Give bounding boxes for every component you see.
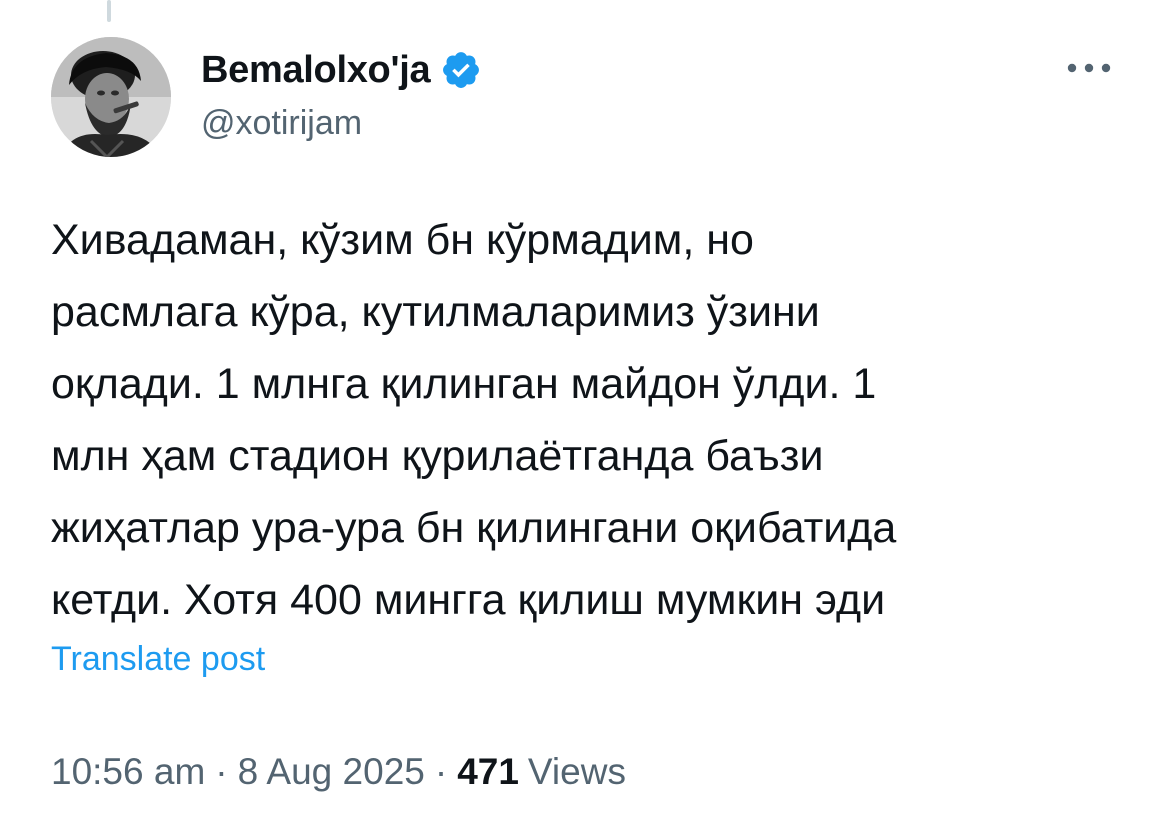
- author-display-name[interactable]: Bemalolxo'ja: [201, 49, 431, 92]
- tweet-text-line: кетди. Хотя 400 мингга қилиш мумкин эди: [51, 576, 886, 624]
- author-name-row: Bemalolxo'ja: [201, 40, 482, 100]
- verified-badge-icon[interactable]: [440, 49, 482, 91]
- tweet-meta-row: 10:56 am · 8 Aug 2025 · 471 Views: [51, 744, 626, 800]
- meta-separator: ·: [215, 751, 228, 792]
- tweet-text: Хивадаман, кўзим бн кўрмадим, но расмлаг…: [51, 204, 1111, 636]
- views-count: 471: [457, 751, 519, 792]
- avatar[interactable]: [51, 37, 171, 157]
- tweet-text-line: расмлага кўра, кутилмаларимиз ўзини: [51, 288, 820, 336]
- meta-separator: ·: [434, 751, 448, 792]
- avatar-photo-icon: [51, 37, 171, 157]
- translate-post-link[interactable]: Translate post: [51, 640, 265, 679]
- tweet-text-line: оқлади. 1 млнга қилинган майдон ўлди. 1: [51, 360, 877, 408]
- tweet-text-line: жиҳатлар ура-ура бн қилингани оқибатида: [51, 504, 897, 552]
- tweet-date[interactable]: 8 Aug 2025: [238, 751, 425, 793]
- tweet-text-line: млн ҳам стадион қурилаётганда баъзи: [51, 432, 824, 480]
- views-label: Views: [527, 751, 626, 792]
- more-options-button[interactable]: [1062, 48, 1116, 88]
- author-handle[interactable]: @xotirijam: [201, 104, 362, 143]
- thread-connector-line: [107, 0, 111, 22]
- tweet-time[interactable]: 10:56 am: [51, 751, 205, 793]
- more-horizontal-icon: [1067, 63, 1111, 73]
- tweet-text-line: Хивадаман, кўзим бн кўрмадим, но: [51, 216, 754, 264]
